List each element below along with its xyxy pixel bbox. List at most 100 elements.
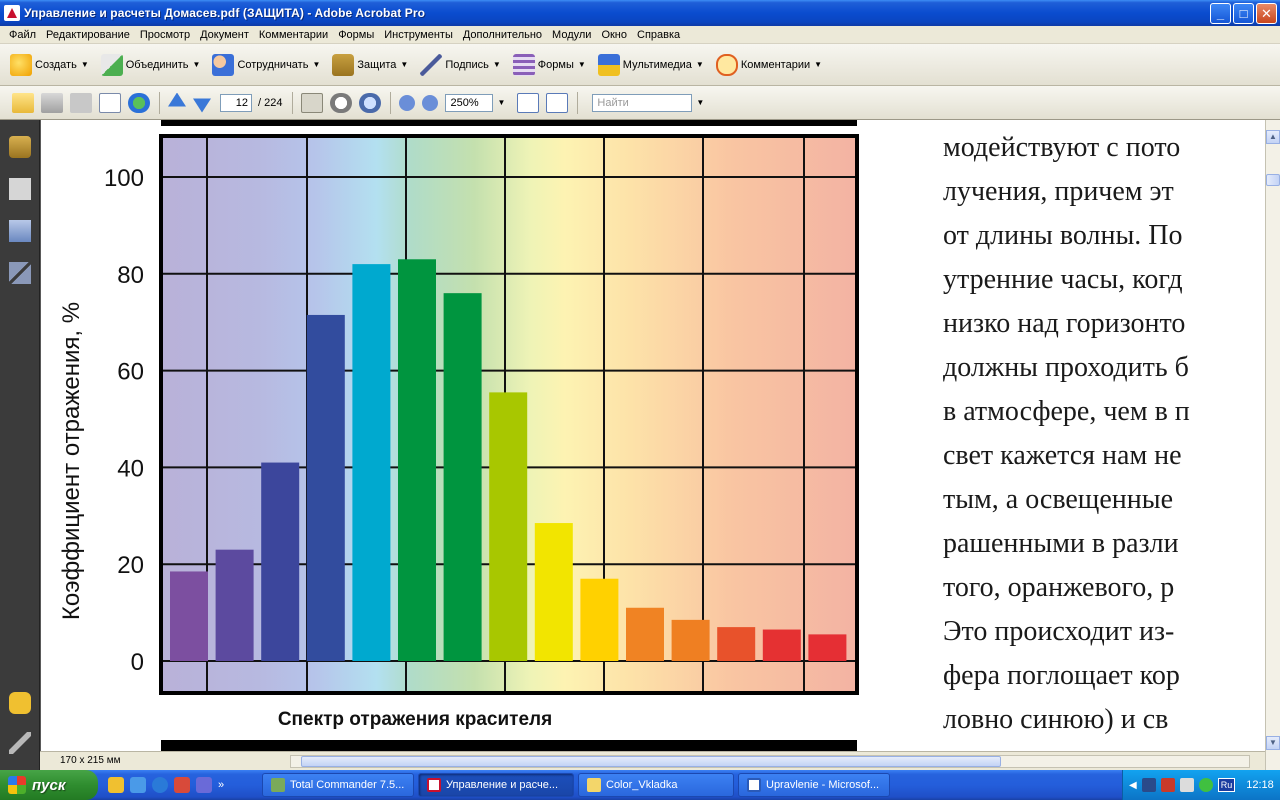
system-tray: ◀ Ru 12:18 [1122,770,1280,800]
bar [671,619,710,661]
page-total: / 224 [258,96,283,109]
plot-area: 0 20 40 60 80 100 [104,134,859,695]
sign-button[interactable]: Подпись ▼ [420,53,501,76]
zoom-dropdown-chevron-icon[interactable]: ▼ [497,98,505,107]
safely-remove-icon[interactable] [1160,778,1175,792]
language-indicator[interactable]: Ru [1217,778,1236,792]
multimedia-button[interactable]: Мультимедиа ▼ [597,53,704,76]
select-text-cursor-icon[interactable] [301,92,324,113]
find-input[interactable]: Найти [592,93,693,112]
bar [170,571,208,661]
document-page[interactable]: 0 20 40 60 80 100 Коэффициент отражения, % Сп… [41,120,1265,751]
internet-explorer-icon[interactable] [152,777,168,793]
security-lock-icon[interactable] [9,136,31,158]
collaborate-button[interactable]: Сотрудничать ▼ [212,53,321,76]
quick-launch-overflow-icon[interactable]: » [218,779,224,791]
start-button[interactable]: пуск [0,770,98,800]
comment-button[interactable]: Комментарии ▼ [715,53,822,76]
menu-view[interactable]: Просмотр [135,29,195,41]
print-icon[interactable] [41,92,63,113]
task-label: Color_Vkladka [606,779,678,791]
next-page-icon[interactable] [193,98,211,113]
reflectance-chart: 0 20 40 60 80 100 Коэффициент отражения, % Сп… [41,120,941,751]
zoom-in-icon[interactable] [422,94,439,111]
menu-window[interactable]: Окно [596,29,632,41]
volume-speaker-icon[interactable] [1179,778,1194,792]
text-line: Это происходит из- [943,616,1175,647]
status-circle-icon[interactable] [1198,778,1213,792]
horizontal-scroll-thumb[interactable] [301,756,1001,767]
minimize-button[interactable]: _ [1210,3,1231,24]
previous-page-icon[interactable] [168,92,186,107]
task-total-commander[interactable]: Total Commander 7.5... [262,773,414,797]
bar [580,578,619,661]
forms-button[interactable]: Формы ▼ [512,53,586,76]
tray-expand-icon[interactable]: ◀ [1129,780,1137,791]
find-dropdown-chevron-icon[interactable]: ▼ [696,98,704,107]
menu-edit[interactable]: Редактирование [41,29,135,41]
menu-comments[interactable]: Комментарии [254,29,333,41]
scroll-up-arrow-icon[interactable]: ▲ [1266,130,1280,144]
menu-advanced[interactable]: Дополнительно [458,29,547,41]
y-axis-label: Коэффициент отражения, % [58,302,85,620]
bar [306,314,345,661]
protect-button[interactable]: Защита ▼ [332,53,408,76]
folder-icon [587,778,601,792]
save-icon[interactable] [70,92,92,113]
toolbar-separator [292,91,294,114]
combine-button[interactable]: Объединить ▼ [100,53,200,76]
fit-page-icon[interactable] [546,92,569,113]
windows-flag-icon [8,776,26,794]
attachments-icon[interactable] [9,262,31,284]
close-button[interactable]: ✕ [1256,3,1277,24]
pages-thumbnails-icon[interactable] [9,178,31,200]
network-icon[interactable] [1141,778,1156,792]
pen-icon [420,53,443,76]
create-button[interactable]: Создать ▼ [10,53,89,76]
email-icon[interactable] [99,92,121,113]
bookmarks-icon[interactable] [9,220,31,242]
text-line: ловно синюю) и св [943,704,1169,735]
acrobat-app-icon[interactable] [4,5,20,21]
vertical-scrollbar[interactable]: ▲ ▼ [1265,120,1280,770]
bar [717,627,756,661]
vertical-scroll-thumb[interactable] [1266,174,1280,186]
quicklaunch-app-icon[interactable] [196,777,212,793]
menu-document[interactable]: Документ [195,29,254,41]
task-acrobat[interactable]: Управление и расче... [418,773,574,797]
upload-globe-icon[interactable] [128,92,150,113]
menu-help[interactable]: Справка [632,29,685,41]
menu-bar: Файл Редактирование Просмотр Документ Ко… [0,26,1280,44]
forms-icon [512,53,535,76]
forms-label: Формы [537,58,574,71]
comments-panel-icon[interactable] [9,692,31,714]
task-word[interactable]: Upravlenie - Microsof... [738,773,890,797]
toolbar-separator [390,91,392,114]
chevron-down-icon: ▼ [312,60,321,69]
horizontal-scrollbar[interactable] [290,755,1250,768]
text-line: свет кажется нам не [943,440,1182,471]
fit-width-icon[interactable] [517,92,540,113]
menu-plugins[interactable]: Модули [547,29,596,41]
quicklaunch-app-icon[interactable] [130,777,146,793]
paperclip-icon[interactable] [9,732,31,754]
zoom-level-select[interactable]: 250% [445,93,494,112]
sign-label: Подпись [445,58,489,71]
task-color-vkladka[interactable]: Color_Vkladka [578,773,734,797]
quicklaunch-app-icon[interactable] [108,777,124,793]
maximize-button[interactable]: □ [1233,3,1254,24]
menu-forms[interactable]: Формы [333,29,379,41]
zoom-out-icon[interactable] [399,94,416,111]
multimedia-label: Мультимедиа [622,58,692,71]
bar [443,293,482,661]
quicklaunch-app-icon[interactable] [174,777,190,793]
text-line: фера поглощает кор [943,660,1180,691]
page-number-input[interactable]: 12 [220,93,252,112]
zoom-marquee-icon[interactable] [359,92,382,113]
menu-file[interactable]: Файл [4,29,41,41]
title-bar[interactable]: Управление и расчеты Домасев.pdf (ЗАЩИТА… [0,0,1280,26]
hand-tool-icon[interactable] [330,92,353,113]
scroll-down-arrow-icon[interactable]: ▼ [1266,736,1280,750]
open-folder-icon[interactable] [12,92,34,113]
menu-tools[interactable]: Инструменты [379,29,458,41]
